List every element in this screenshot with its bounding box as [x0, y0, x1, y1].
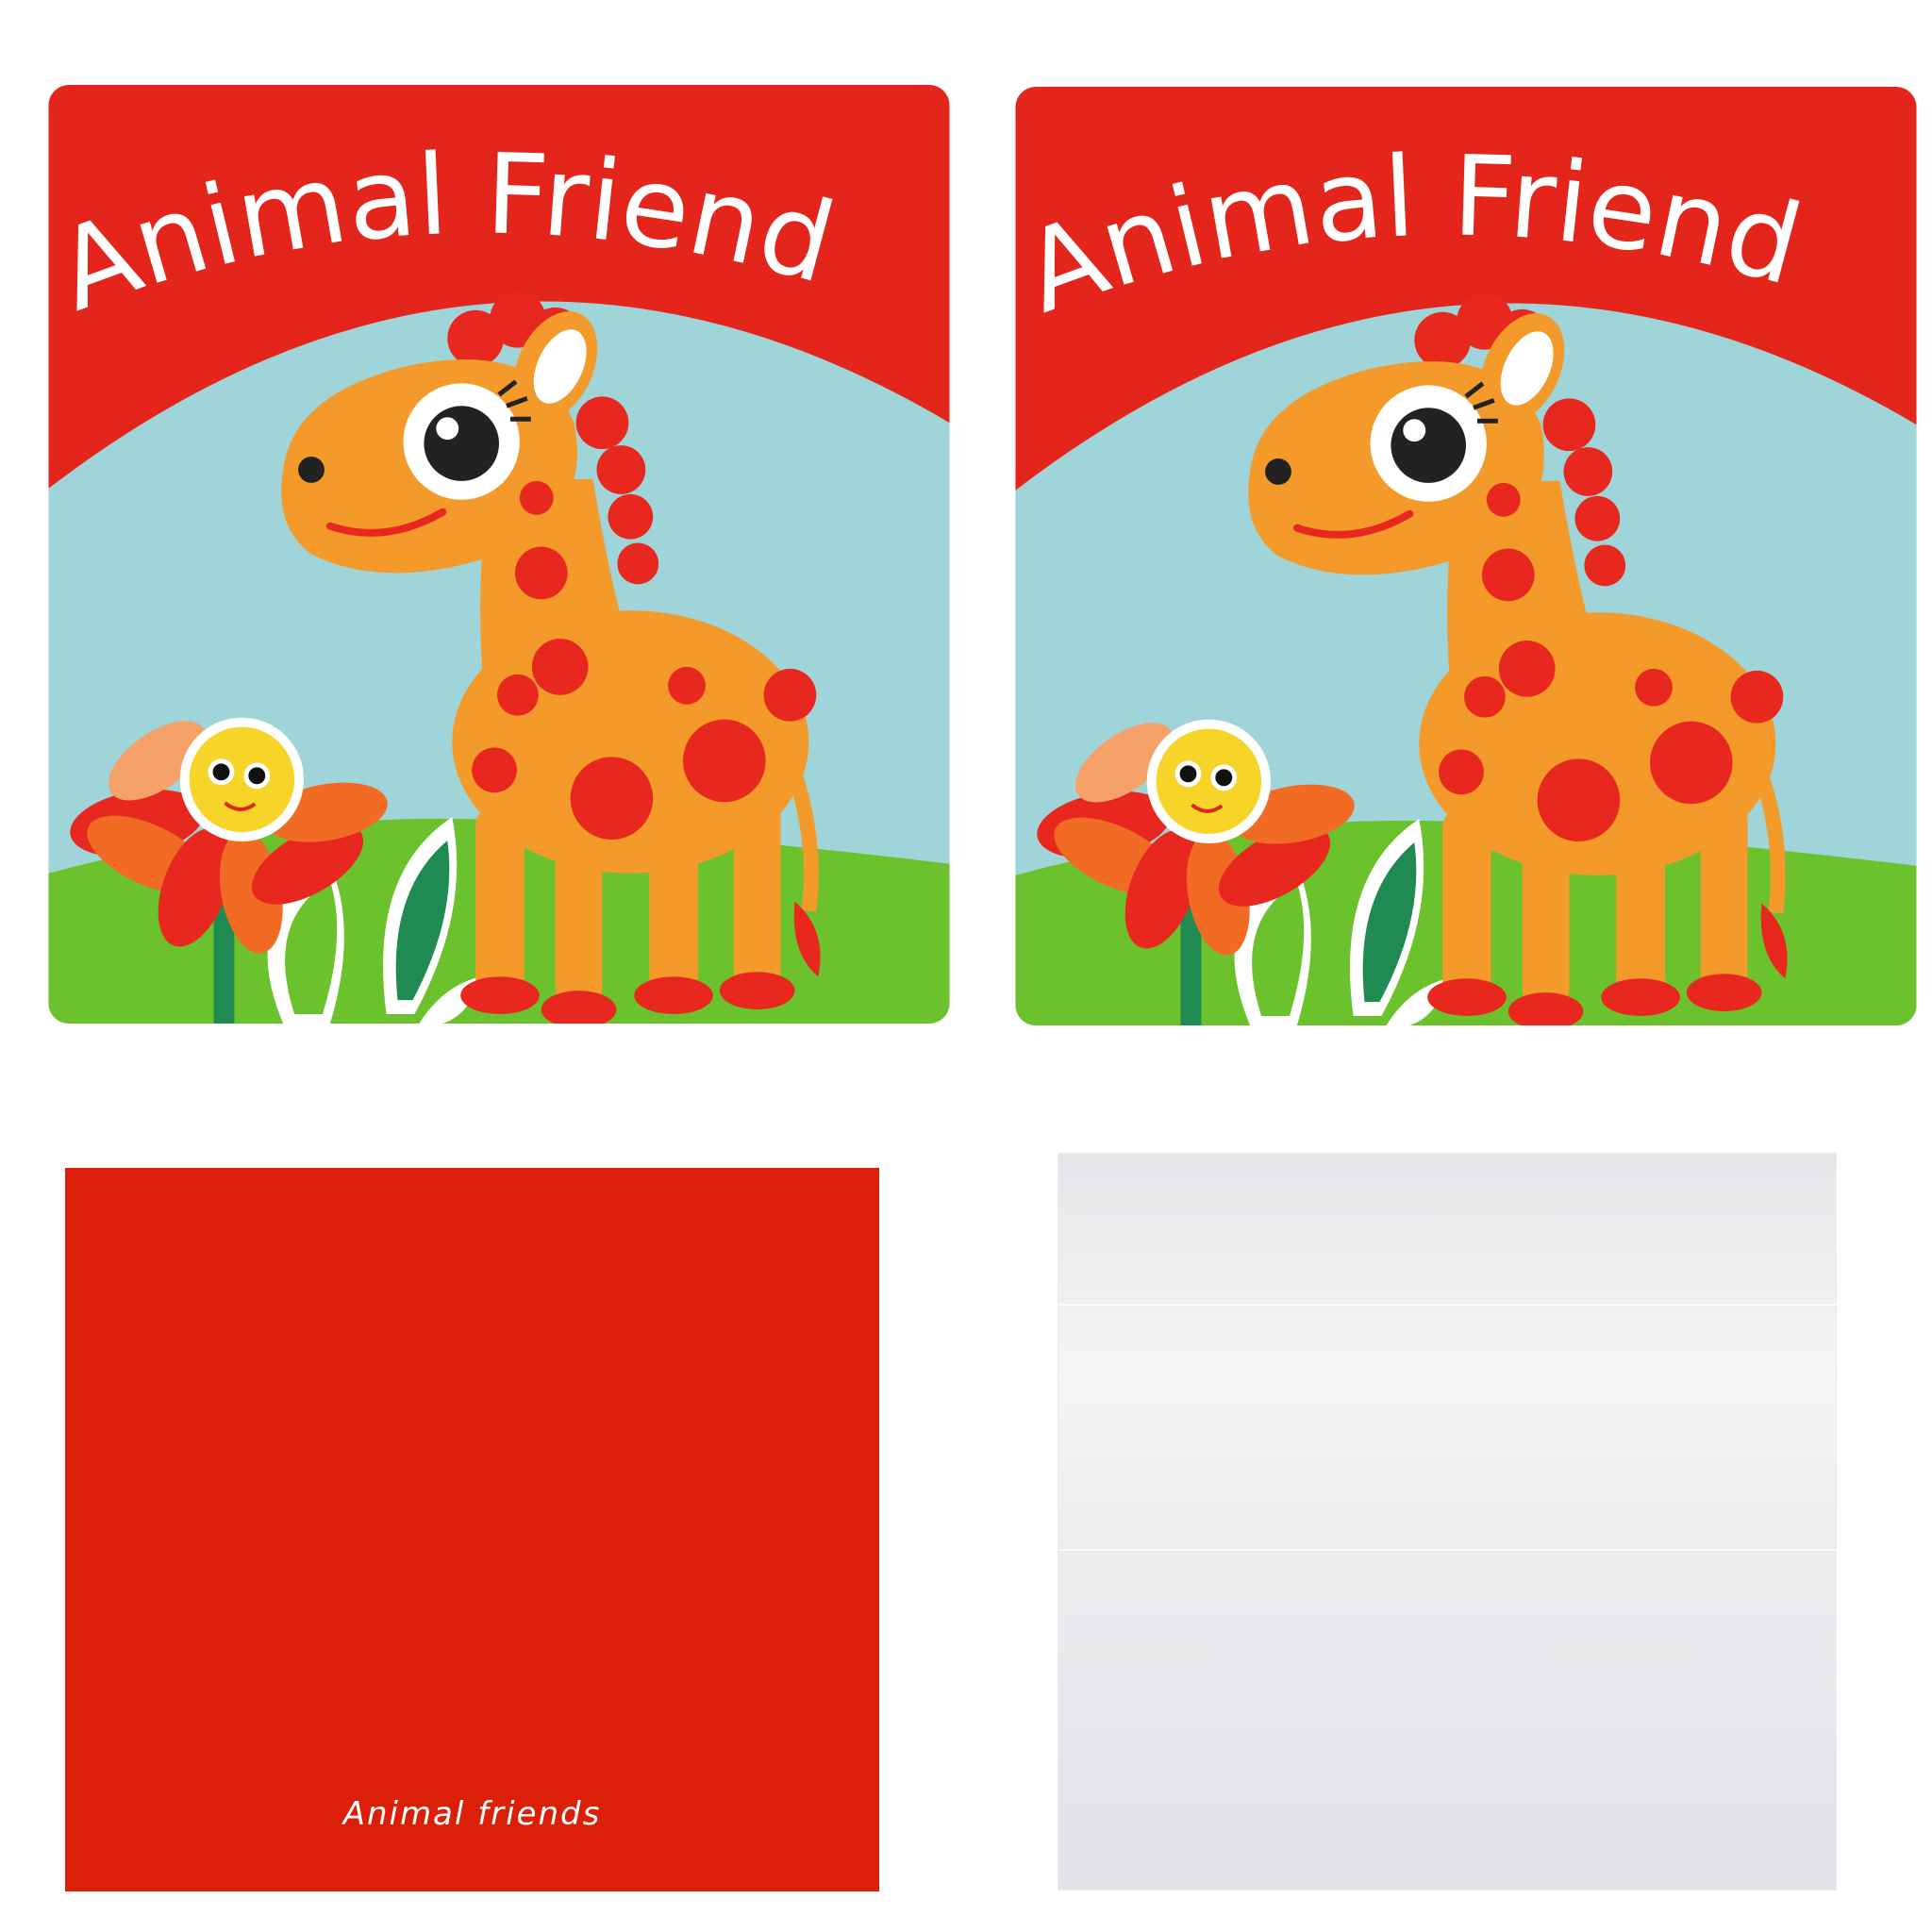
fabric-fold-line — [1058, 1549, 1837, 1551]
book-cover-illustration: Animal Friends — [1015, 87, 1917, 1025]
back-cover-red: Animal friends — [65, 1168, 879, 1891]
blank-page-white — [1058, 1153, 1837, 1890]
back-cover-caption: Animal friends — [342, 1795, 602, 1833]
fabric-fold-line — [1058, 1304, 1837, 1306]
book-cover-left: Animal Friends — [47, 85, 951, 1024]
book-cover-right: Animal Friends — [1014, 87, 1918, 1025]
book-cover-illustration: Animal Friends — [48, 85, 950, 1024]
